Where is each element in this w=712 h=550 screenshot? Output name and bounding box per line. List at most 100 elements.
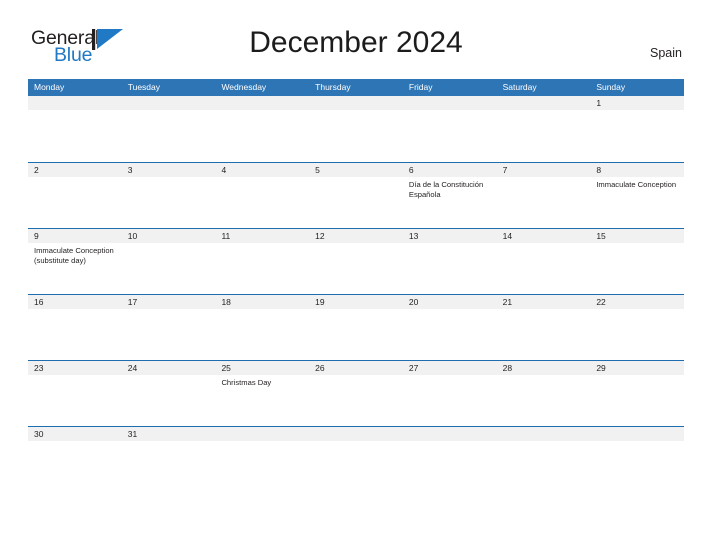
day-cell xyxy=(403,110,497,160)
day-number[interactable]: 15 xyxy=(590,229,684,243)
day-number[interactable]: 27 xyxy=(403,361,497,375)
day-number-empty xyxy=(215,96,309,110)
day-cell[interactable] xyxy=(28,309,122,359)
day-number-empty xyxy=(497,427,591,441)
calendar-week-row: 1 xyxy=(28,96,684,162)
holiday-label: Immaculate Conception (substitute day) xyxy=(34,246,114,265)
holiday-label: Christmas Day xyxy=(221,378,272,387)
day-cell xyxy=(122,110,216,160)
day-cell[interactable] xyxy=(28,375,122,425)
day-cell[interactable] xyxy=(590,375,684,425)
day-number-empty xyxy=(403,427,497,441)
weekday-sunday: Sunday xyxy=(596,82,626,92)
calendar-grid: Monday Tuesday Wednesday Thursday Friday… xyxy=(28,79,684,441)
week-event-strip: Immaculate Conception (substitute day) xyxy=(28,243,684,293)
day-number[interactable]: 8 xyxy=(590,163,684,177)
day-number[interactable]: 1 xyxy=(590,96,684,110)
week-event-strip: Día de la Constitución Española Immaculat… xyxy=(28,177,684,227)
week-date-strip: 1 xyxy=(28,96,684,110)
day-number[interactable]: 29 xyxy=(590,361,684,375)
day-cell[interactable] xyxy=(122,243,216,293)
day-number[interactable]: 30 xyxy=(28,427,122,441)
calendar-week-row: 30 31 xyxy=(28,426,684,441)
day-cell[interactable]: Christmas Day xyxy=(215,375,309,425)
weekday-monday: Monday xyxy=(34,82,65,92)
day-number-empty xyxy=(215,427,309,441)
week-event-strip xyxy=(28,309,684,359)
week-date-strip: 9 10 11 12 13 14 15 xyxy=(28,229,684,243)
day-number[interactable]: 20 xyxy=(403,295,497,309)
day-number[interactable]: 22 xyxy=(590,295,684,309)
day-number[interactable]: 11 xyxy=(215,229,309,243)
day-number[interactable]: 9 xyxy=(28,229,122,243)
week-date-strip: 2345678 xyxy=(28,163,684,177)
day-number[interactable]: 10 xyxy=(122,229,216,243)
day-number-empty xyxy=(28,96,122,110)
day-cell[interactable]: Día de la Constitución Española xyxy=(403,177,497,227)
day-number[interactable]: 25 xyxy=(215,361,309,375)
day-cell[interactable] xyxy=(497,177,591,227)
day-cell[interactable]: Immaculate Conception (substitute day) xyxy=(28,243,122,293)
day-cell[interactable] xyxy=(497,309,591,359)
day-number[interactable]: 26 xyxy=(309,361,403,375)
day-cell[interactable] xyxy=(122,375,216,425)
week-event-strip: Christmas Day xyxy=(28,375,684,425)
country-label: Spain xyxy=(650,46,682,60)
day-number[interactable]: 28 xyxy=(497,361,591,375)
weekday-header-row: Monday Tuesday Wednesday Thursday Friday… xyxy=(28,79,684,96)
day-number[interactable]: 2 xyxy=(28,163,122,177)
day-cell[interactable] xyxy=(122,309,216,359)
day-number[interactable]: 14 xyxy=(497,229,591,243)
day-cell[interactable] xyxy=(309,375,403,425)
day-number[interactable]: 24 xyxy=(122,361,216,375)
day-cell[interactable] xyxy=(309,243,403,293)
week-event-strip xyxy=(28,110,684,160)
day-number[interactable]: 4 xyxy=(215,163,309,177)
day-cell[interactable] xyxy=(215,177,309,227)
day-number-empty xyxy=(309,96,403,110)
day-number[interactable]: 18 xyxy=(215,295,309,309)
page-title: December 2024 xyxy=(249,26,463,59)
day-cell[interactable] xyxy=(497,243,591,293)
day-number[interactable]: 23 xyxy=(28,361,122,375)
weekday-friday: Friday xyxy=(408,82,433,92)
day-cell[interactable] xyxy=(309,309,403,359)
day-number[interactable]: 6 xyxy=(403,163,497,177)
day-number[interactable]: 16 xyxy=(28,295,122,309)
day-number[interactable]: 17 xyxy=(122,295,216,309)
day-number-empty xyxy=(122,96,216,110)
day-cell[interactable] xyxy=(403,375,497,425)
day-number[interactable]: 5 xyxy=(309,163,403,177)
day-number[interactable]: 21 xyxy=(497,295,591,309)
day-number-empty xyxy=(309,427,403,441)
day-number[interactable]: 31 xyxy=(122,427,216,441)
day-cell xyxy=(309,110,403,160)
day-cell[interactable] xyxy=(590,243,684,293)
calendar-week-row: 2 3 4 5 6 7 8 Día de la Constitución Española Im… xyxy=(28,162,684,228)
day-cell xyxy=(28,110,122,160)
day-cell[interactable] xyxy=(590,309,684,359)
day-cell[interactable] xyxy=(215,243,309,293)
calendar-week-row: 9 10 11 12 13 14 15 Immaculate Conception (subs… xyxy=(28,228,684,294)
day-cell[interactable] xyxy=(403,309,497,359)
day-cell[interactable] xyxy=(122,177,216,227)
day-number[interactable]: 12 xyxy=(309,229,403,243)
week-date-strip: 23 24 25 26 27 28 29 xyxy=(28,361,684,375)
day-number[interactable]: 13 xyxy=(403,229,497,243)
day-number[interactable]: 3 xyxy=(122,163,216,177)
day-number[interactable]: 19 xyxy=(309,295,403,309)
calendar-weeks: 1 2 3 4 5 6 7 8 Día de la Constitución Española I… xyxy=(28,96,684,441)
day-cell[interactable] xyxy=(28,177,122,227)
day-cell[interactable]: Immaculate Conception xyxy=(590,177,684,227)
day-cell[interactable] xyxy=(215,309,309,359)
holiday-label: Día de la Constitución Española xyxy=(408,180,484,199)
page-header: General Blue December 2024 Spain xyxy=(0,0,712,65)
holiday-label: Immaculate Conception xyxy=(596,180,677,189)
day-cell xyxy=(215,110,309,160)
day-cell[interactable] xyxy=(497,375,591,425)
day-number[interactable]: 7 xyxy=(497,163,591,177)
week-date-strip: 30 31 xyxy=(28,427,684,441)
day-cell[interactable] xyxy=(403,243,497,293)
day-cell[interactable] xyxy=(309,177,403,227)
day-cell[interactable] xyxy=(590,110,684,160)
